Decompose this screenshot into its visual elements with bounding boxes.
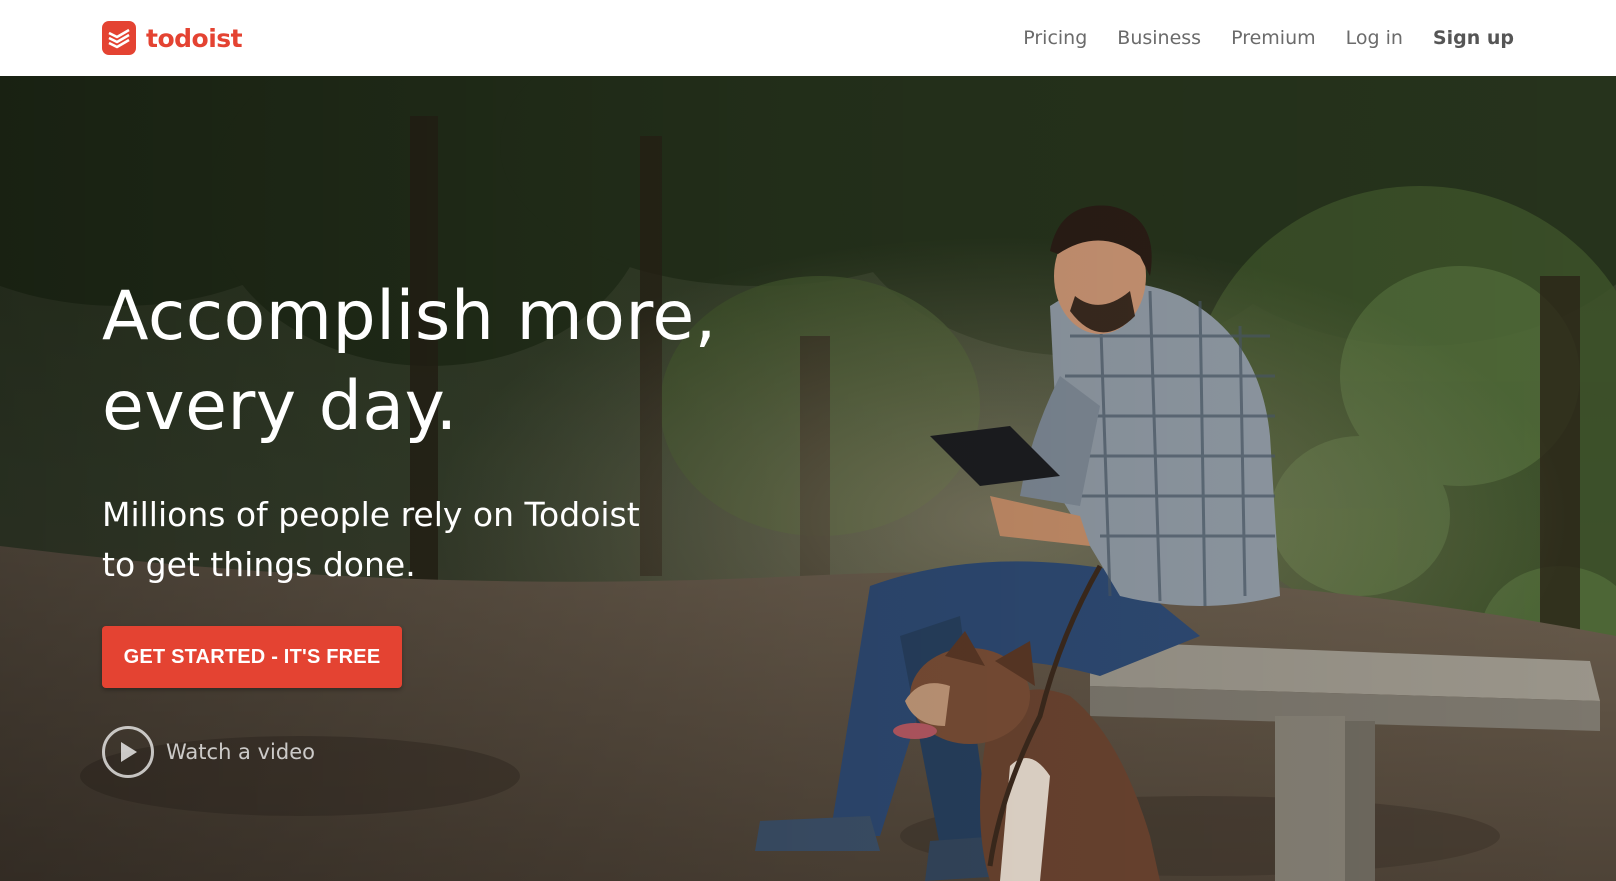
nav-premium-link[interactable]: Premium bbox=[1231, 27, 1316, 49]
watch-video-label[interactable]: Watch a video bbox=[166, 740, 315, 764]
nav-business-link[interactable]: Business bbox=[1117, 27, 1201, 49]
todoist-logo-icon bbox=[102, 21, 136, 55]
play-icon[interactable] bbox=[102, 726, 154, 778]
hero-subtitle-line1: Millions of people rely on Todoist bbox=[102, 495, 640, 534]
brand-name: todoist bbox=[146, 23, 243, 53]
brand-logo-link[interactable]: todoist bbox=[102, 21, 243, 55]
nav-signup-link[interactable]: Sign up bbox=[1433, 27, 1514, 49]
hero-headline-line1: Accomplish more, bbox=[102, 277, 717, 356]
hero-content: Accomplish more, every day. Millions of … bbox=[102, 272, 822, 778]
hero-section: Accomplish more, every day. Millions of … bbox=[0, 76, 1616, 881]
hero-subtitle-line2: to get things done. bbox=[102, 545, 416, 584]
hero-subtitle: Millions of people rely on Todoist to ge… bbox=[102, 490, 822, 590]
main-nav: Pricing Business Premium Log in Sign up bbox=[1023, 27, 1514, 49]
top-navigation-bar: todoist Pricing Business Premium Log in … bbox=[0, 0, 1616, 76]
hero-headline: Accomplish more, every day. bbox=[102, 272, 822, 452]
get-started-button[interactable]: GET STARTED - IT'S FREE bbox=[102, 626, 402, 688]
nav-login-link[interactable]: Log in bbox=[1346, 27, 1403, 49]
nav-pricing-link[interactable]: Pricing bbox=[1023, 27, 1087, 49]
hero-headline-line2: every day. bbox=[102, 367, 458, 446]
watch-video-link[interactable]: Watch a video bbox=[102, 726, 822, 778]
